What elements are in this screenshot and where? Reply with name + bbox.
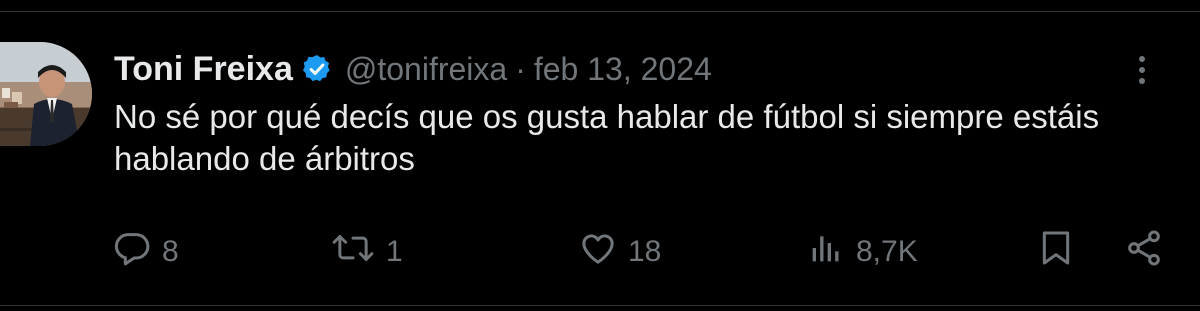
- more-icon[interactable]: [1130, 50, 1154, 90]
- bottom-divider: [0, 305, 1200, 306]
- author-name[interactable]: Toni Freixa: [114, 50, 293, 89]
- author-handle[interactable]: @tonifreixa: [345, 51, 507, 88]
- tweet-text: No sé por qué decís que os gusta hablar …: [114, 98, 1100, 177]
- views-button[interactable]: 8,7K: [806, 224, 918, 280]
- views-count: 8,7K: [856, 235, 918, 268]
- verified-badge-icon: [301, 53, 333, 85]
- reply-button[interactable]: 8: [112, 224, 179, 280]
- tweet-header: Toni Freixa @tonifreixa · feb 13, 2024: [114, 44, 712, 94]
- retweet-icon: [330, 228, 376, 276]
- action-bar: 8 1 18 8,7K: [0, 224, 1200, 280]
- bookmark-button[interactable]: [1036, 224, 1076, 280]
- separator-dot: ·: [515, 50, 526, 87]
- share-icon: [1124, 228, 1164, 276]
- avatar[interactable]: [0, 42, 92, 146]
- reply-icon: [112, 228, 152, 276]
- heart-icon: [578, 228, 618, 276]
- bookmark-icon: [1036, 228, 1076, 276]
- retweet-button[interactable]: 1: [330, 224, 403, 280]
- share-button[interactable]: [1124, 224, 1164, 280]
- avatar-photo: [0, 42, 92, 146]
- tweet-date[interactable]: feb 13, 2024: [534, 51, 712, 88]
- views-icon: [806, 228, 846, 276]
- like-button[interactable]: 18: [578, 224, 661, 280]
- like-count: 18: [628, 235, 662, 268]
- top-divider: [0, 11, 1200, 12]
- retweet-count: 1: [386, 235, 403, 268]
- reply-count: 8: [162, 235, 179, 268]
